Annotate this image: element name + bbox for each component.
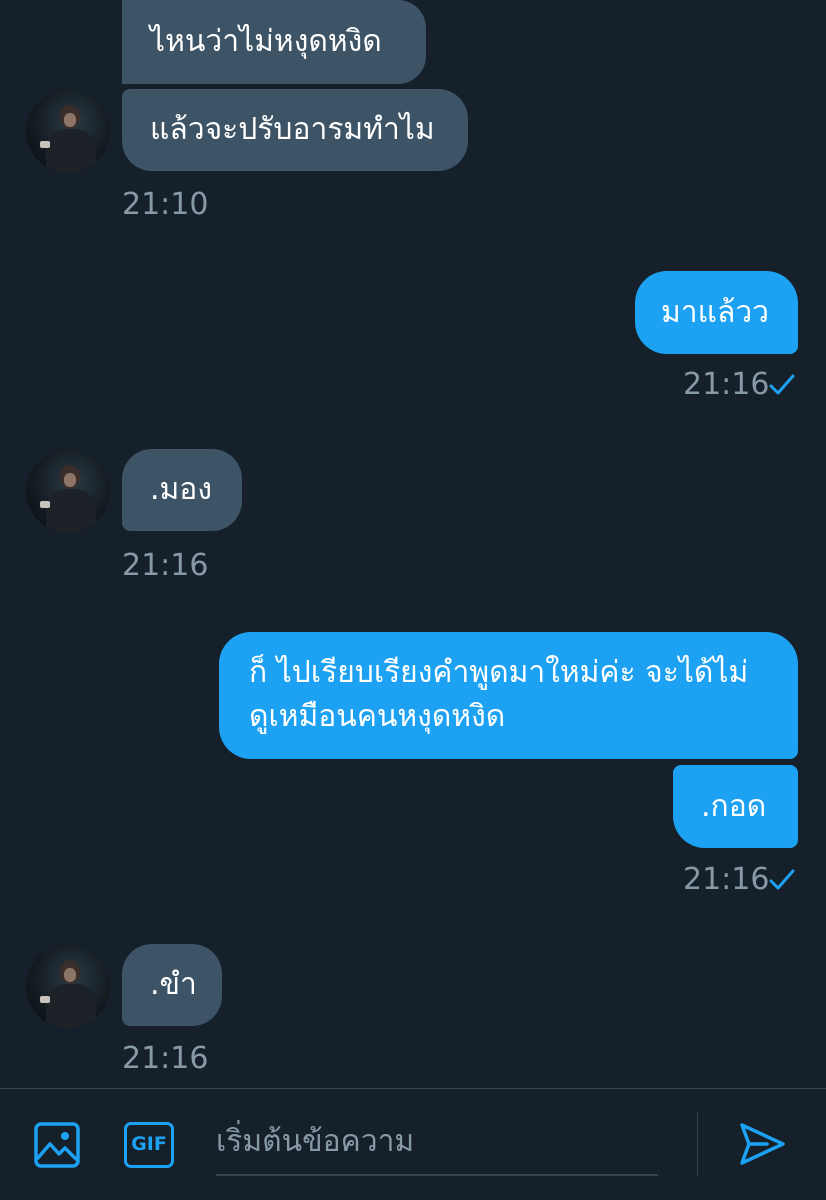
message-text-line: ดูเหมือนคนหงุดหงิด (249, 699, 506, 734)
message-input[interactable]: เริ่มต้นข้อความ (216, 1108, 658, 1176)
check-icon (769, 374, 795, 395)
message-input-placeholder: เริ่มต้นข้อความ (216, 1124, 415, 1159)
message-timestamp: 21:16 (683, 862, 770, 897)
message-timestamp: 21:16 (122, 548, 209, 583)
incoming-message[interactable]: .ขำ (122, 944, 222, 1026)
message-text: ไหนว่าไม่หงุดหงิด (150, 24, 382, 59)
outgoing-message[interactable]: .กอด (673, 765, 798, 848)
message-text: แล้วจะปรับอารมทำไม (150, 112, 435, 147)
gif-icon[interactable]: GIF (124, 1122, 174, 1168)
gif-label: GIF (131, 1133, 167, 1155)
composer-divider (697, 1112, 698, 1176)
outgoing-message[interactable]: ก็ ไปเรียบเรียงคำพูดมาใหม่ค่ะ จะได้ไม่ ด… (219, 632, 798, 759)
image-icon[interactable] (33, 1121, 81, 1169)
message-text-line: ก็ ไปเรียบเรียงคำพูดมาใหม่ค่ะ จะได้ไม่ (249, 655, 749, 690)
message-text: .กอด (701, 789, 767, 824)
check-icon (769, 869, 795, 890)
message-text: มาแล้วว (661, 295, 770, 330)
avatar[interactable] (26, 89, 110, 173)
incoming-message[interactable]: .มอง (122, 449, 242, 531)
send-icon[interactable] (737, 1119, 787, 1169)
incoming-message[interactable]: แล้วจะปรับอารมทำไม (122, 89, 468, 171)
avatar[interactable] (26, 944, 110, 1028)
avatar[interactable] (26, 449, 110, 533)
message-timestamp: 21:10 (122, 187, 209, 222)
message-timestamp: 21:16 (683, 367, 770, 402)
incoming-message[interactable]: ไหนว่าไม่หงุดหงิด (122, 0, 426, 84)
message-text: .ขำ (150, 967, 197, 1002)
message-text: .มอง (150, 472, 212, 507)
outgoing-message[interactable]: มาแล้วว (635, 271, 798, 354)
message-timestamp: 21:16 (122, 1041, 209, 1076)
